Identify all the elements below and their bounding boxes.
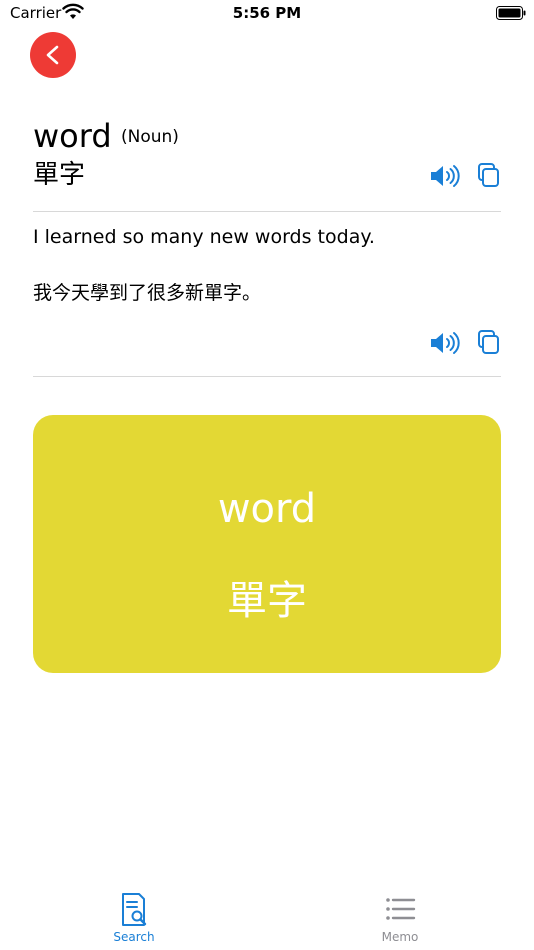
back-button[interactable] [30, 32, 76, 78]
word-title: word [33, 117, 112, 155]
tab-bar: Search Memo [0, 880, 534, 950]
tab-search[interactable]: Search [74, 892, 194, 950]
divider [33, 211, 501, 212]
status-time: 5:56 PM [232, 4, 302, 22]
word-translation: 單字 [33, 160, 86, 190]
example-speak-button[interactable] [428, 329, 462, 357]
flash-card[interactable]: word 單字 [33, 415, 501, 673]
chevron-left-icon [46, 45, 59, 65]
speaker-icon [431, 165, 460, 187]
example-sentence-zh: 我今天學到了很多新單字。 [33, 282, 262, 304]
example-sentence-en: I learned so many new words today. [33, 226, 375, 248]
tab-memo-label: Memo [381, 930, 419, 944]
word-speak-button[interactable] [428, 162, 462, 190]
word-copy-button[interactable] [471, 162, 505, 190]
tab-memo[interactable]: Memo [340, 892, 460, 950]
tab-search-label: Search [113, 930, 155, 944]
card-word: word [217, 486, 317, 532]
card-translation: 單字 [227, 578, 307, 624]
search-doc-icon [122, 893, 147, 926]
copy-icon [478, 163, 499, 187]
divider [33, 376, 501, 377]
list-icon [386, 898, 416, 920]
speaker-icon [431, 332, 460, 354]
status-bar: Carrier 5:56 PM [0, 0, 534, 30]
example-copy-button[interactable] [471, 329, 505, 357]
copy-icon [478, 330, 499, 354]
word-detail-screen: Carrier 5:56 PM word (Noun) 單字 I learned… [0, 0, 534, 950]
battery-icon [496, 6, 526, 20]
part-of-speech: (Noun) [121, 127, 179, 147]
